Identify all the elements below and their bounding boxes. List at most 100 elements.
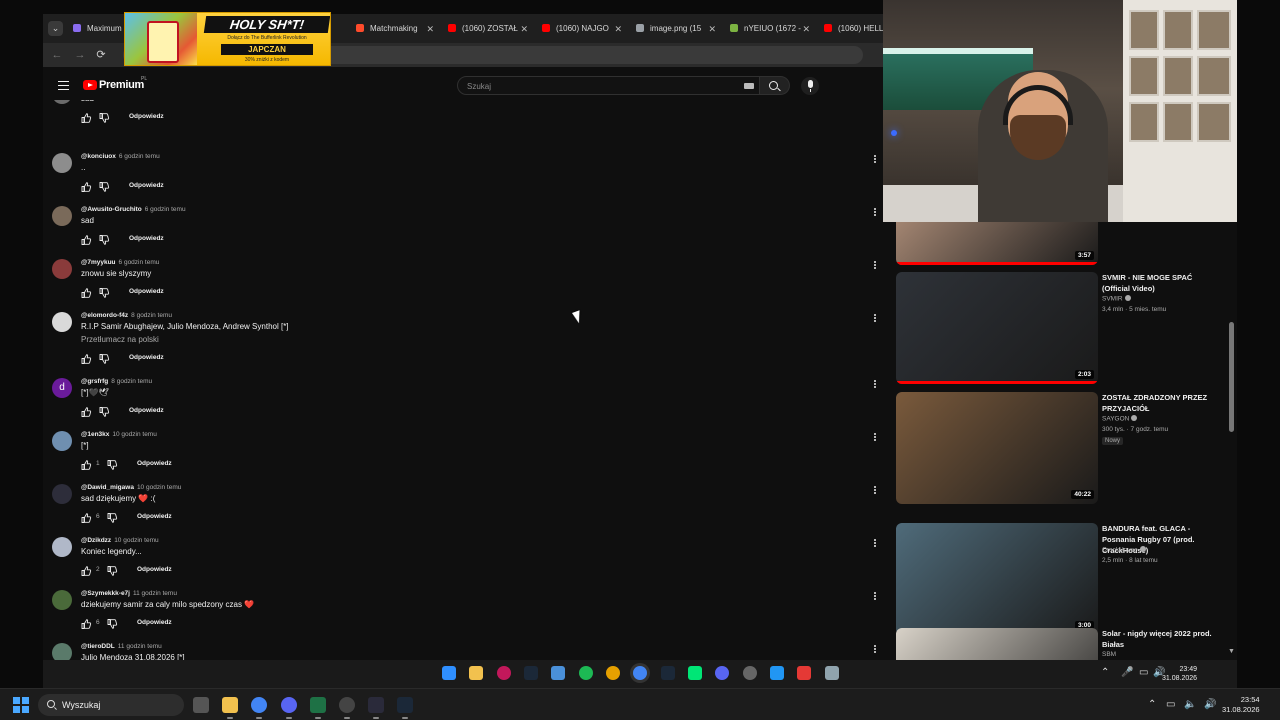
steam-icon[interactable]	[661, 666, 675, 680]
tab-close-icon[interactable]: ✕	[520, 20, 528, 38]
volume-icon[interactable]: 🔊	[1204, 699, 1216, 710]
app-window-icon[interactable]	[825, 666, 839, 680]
comment-time[interactable]: 8 godzin temu	[111, 378, 152, 385]
reply-button[interactable]: Odpowiedz	[129, 288, 164, 295]
tab-close-icon[interactable]: ✕	[802, 20, 810, 38]
comment-time[interactable]: 6 godzin temu	[119, 153, 160, 160]
comment-time[interactable]: 11 godzin temu	[118, 643, 162, 650]
video-title[interactable]: Solar - nigdy więcej 2022 prod. Białas	[1102, 628, 1222, 650]
steam-icon[interactable]	[397, 697, 413, 719]
comment-avatar[interactable]	[52, 206, 72, 226]
comment-author[interactable]: @konciuox	[81, 153, 116, 160]
dislike-icon[interactable]	[98, 181, 110, 193]
menu-icon[interactable]	[58, 81, 69, 90]
like-icon[interactable]	[80, 287, 92, 299]
like-icon[interactable]	[80, 234, 92, 246]
steam-icon[interactable]	[524, 666, 538, 680]
app-icon[interactable]	[368, 697, 384, 719]
dislike-icon[interactable]	[98, 112, 110, 124]
app-red-icon[interactable]	[797, 666, 811, 680]
spotify-icon[interactable]	[579, 666, 593, 680]
chrome-icon[interactable]	[251, 697, 267, 719]
comment-more-icon[interactable]	[869, 378, 881, 392]
speaker-icon[interactable]: 🔈	[1184, 699, 1196, 710]
search-button[interactable]	[760, 76, 790, 95]
youtube-logo-icon[interactable]	[83, 80, 97, 90]
comment-author[interactable]: @1en3kx	[81, 431, 109, 438]
comment-author[interactable]: @elomordo-f4z	[81, 312, 128, 319]
like-icon[interactable]	[80, 459, 92, 471]
video-title[interactable]: ZOSTAŁ ZDRADZONY PRZEZ PRZYJACIÓŁ	[1102, 392, 1222, 414]
video-thumbnail[interactable]: 40:22	[896, 392, 1098, 504]
comment-more-icon[interactable]	[869, 312, 881, 326]
comment-avatar[interactable]: d	[52, 378, 72, 398]
excel-icon[interactable]	[310, 697, 326, 719]
comment-avatar[interactable]	[52, 153, 72, 173]
dislike-icon[interactable]	[106, 618, 118, 630]
windows-start-icon[interactable]	[13, 697, 29, 713]
comment-time[interactable]: 6 godzin temu	[145, 206, 186, 213]
tab-close-icon[interactable]: ✕	[614, 20, 622, 38]
voice-search-button[interactable]	[801, 77, 819, 95]
like-icon[interactable]	[80, 512, 92, 524]
comment-time[interactable]: 10 godzin temu	[137, 484, 181, 491]
reply-button[interactable]: Odpowiedz	[137, 460, 172, 467]
chrome-icon[interactable]	[633, 666, 647, 680]
like-icon[interactable]	[80, 112, 92, 124]
comment-avatar[interactable]	[52, 537, 72, 557]
video-thumbnail[interactable]: 3:00	[896, 523, 1098, 635]
reply-button[interactable]: Odpowiedz	[129, 354, 164, 361]
like-icon[interactable]	[80, 565, 92, 577]
comment-time[interactable]: 11 godzin temu	[133, 590, 177, 597]
reply-button[interactable]: Odpowiedz	[137, 513, 172, 520]
app-icon[interactable]	[606, 666, 620, 680]
comment-more-icon[interactable]	[869, 484, 881, 498]
taskbar-search-input[interactable]	[62, 698, 172, 712]
translate-link[interactable]: Przetłumacz na polski	[81, 335, 159, 344]
comment-time[interactable]: 10 godzin temu	[112, 431, 156, 438]
tab-image-png[interactable]: image.png (15 ✕	[636, 20, 716, 38]
app-green-icon[interactable]	[688, 666, 702, 680]
comment-author[interactable]: @Szymekkk-e7j	[81, 590, 130, 597]
like-icon[interactable]	[80, 181, 92, 193]
opera-icon[interactable]	[497, 666, 511, 680]
comment-time[interactable]: 8 godzin temu	[131, 312, 172, 319]
network-icon[interactable]: ▭	[1166, 699, 1175, 710]
tray-chevron-icon[interactable]: ⌃	[1101, 667, 1109, 678]
dislike-icon[interactable]	[106, 459, 118, 471]
reply-button[interactable]: Odpowiedz	[129, 113, 164, 120]
comment-time[interactable]: 10 godzin temu	[114, 537, 158, 544]
comment-more-icon[interactable]	[869, 590, 881, 604]
task-view-icon[interactable]	[193, 697, 209, 713]
comment-avatar[interactable]	[52, 643, 72, 660]
file-explorer-icon[interactable]	[469, 666, 483, 680]
reload-icon[interactable]: ⟳	[94, 48, 108, 62]
channel-name[interactable]: SBM	[1102, 651, 1116, 658]
comment-author[interactable]: @Dzikdzz	[81, 537, 111, 544]
keyboard-icon[interactable]	[744, 83, 754, 89]
discord-icon[interactable]	[281, 697, 297, 719]
like-icon[interactable]	[80, 353, 92, 365]
dislike-icon[interactable]	[98, 406, 110, 418]
comment-author[interactable]: @7myykuu	[81, 259, 116, 266]
comment-more-icon[interactable]	[869, 431, 881, 445]
windows-start-icon[interactable]	[442, 666, 456, 680]
tab-search-dropdown[interactable]: ⌄	[48, 21, 63, 36]
app-blue-icon[interactable]	[770, 666, 784, 680]
video-thumbnail[interactable]: 3:57	[896, 222, 1098, 265]
comment-more-icon[interactable]	[869, 259, 881, 273]
mic-tray-icon[interactable]: 🎤	[1121, 667, 1133, 678]
back-icon[interactable]: ←	[50, 48, 64, 62]
captured-clock[interactable]: 23:49 31.08.2026	[1162, 665, 1197, 683]
youtube-premium-wordmark[interactable]: Premium	[99, 79, 144, 91]
dislike-icon[interactable]	[106, 512, 118, 524]
like-icon[interactable]	[80, 618, 92, 630]
tab-close-icon[interactable]: ✕	[708, 20, 716, 38]
comment-more-icon[interactable]	[869, 206, 881, 220]
reply-button[interactable]: Odpowiedz	[137, 619, 172, 626]
comment-avatar[interactable]	[52, 431, 72, 451]
network-icon[interactable]: ▭	[1139, 667, 1148, 678]
scroll-down-icon[interactable]: ▼	[1228, 648, 1235, 655]
comment-author[interactable]: @Dawid_migawa	[81, 484, 134, 491]
discord-icon[interactable]	[715, 666, 729, 680]
